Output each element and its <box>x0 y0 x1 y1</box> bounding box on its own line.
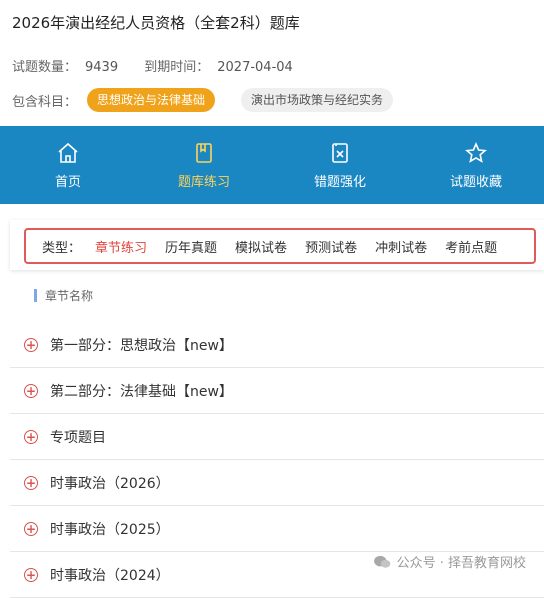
nav-practice[interactable]: 题库练习 <box>136 126 272 204</box>
type-tab-predict[interactable]: 预测试卷 <box>305 237 357 256</box>
chapter-title: 时事政治（2025） <box>50 521 170 538</box>
nav-favorites[interactable]: 试题收藏 <box>408 126 544 204</box>
nav-favorites-label: 试题收藏 <box>449 174 502 190</box>
expand-plus-icon[interactable]: + <box>24 429 38 444</box>
nav-home[interactable]: 首页 <box>0 126 136 204</box>
nav-practice-label: 题库练习 <box>177 174 230 190</box>
type-label: 类型： <box>42 240 82 256</box>
chapter-item[interactable]: + 第一部分：思想政治【new】 <box>10 322 544 368</box>
exam-meta: 试题数量： 9439 到期时间： 2027-04-04 <box>12 56 315 75</box>
subjects-row: 包含科目： 思想政治与法律基础 演出市场政策与经纪实务 <box>12 88 394 112</box>
type-tab-preexam[interactable]: 考前点题 <box>445 237 497 256</box>
section-title: 章节名称 <box>45 289 94 303</box>
expand-plus-icon[interactable]: + <box>24 567 38 582</box>
section-marker <box>34 289 37 302</box>
chapter-title: 专项题目 <box>50 429 106 446</box>
chapter-section-header: 章节名称 <box>34 287 93 304</box>
chapter-item[interactable]: + 时事政治（2025） <box>10 506 544 552</box>
subjects-label: 包含科目： <box>12 94 78 110</box>
wrong-answer-icon <box>332 142 348 163</box>
chapter-title: 时事政治（2026） <box>50 475 170 492</box>
watermark-text: 公众号 · 择吾教育网校 <box>396 556 526 571</box>
wechat-icon <box>373 555 390 568</box>
chapter-item[interactable]: + 第二部分：法律基础【new】 <box>10 368 544 414</box>
expand-plus-icon[interactable]: + <box>24 383 38 398</box>
chapter-item[interactable]: + 专项题目 <box>10 414 544 460</box>
watermark: 公众号 · 择吾教育网校 <box>373 552 526 571</box>
type-tab-chapter[interactable]: 章节练习 <box>95 237 147 256</box>
chapter-title: 时事政治（2024） <box>50 567 170 584</box>
type-tab-past-exams[interactable]: 历年真题 <box>165 237 217 256</box>
question-bank-icon <box>196 142 212 163</box>
type-tab-mock[interactable]: 模拟试卷 <box>235 237 287 256</box>
chapter-title: 第一部分：思想政治【new】 <box>50 337 233 354</box>
main-nav: 首页 题库练习 错题强化 试题收藏 <box>0 126 544 204</box>
chapter-title: 第二部分：法律基础【new】 <box>50 383 233 400</box>
nav-wrong-label: 错题强化 <box>313 174 366 190</box>
expire-value: 2027-04-04 <box>217 60 293 75</box>
type-filter-bar: 类型： 章节练习 历年真题 模拟试卷 预测试卷 冲刺试卷 考前点题 <box>24 228 536 264</box>
question-count-value: 9439 <box>85 60 119 75</box>
expire-label: 到期时间： <box>144 60 210 75</box>
chapter-item[interactable]: + 时事政治（2026） <box>10 460 544 506</box>
expand-plus-icon[interactable]: + <box>24 475 38 490</box>
expand-plus-icon[interactable]: + <box>24 521 38 536</box>
type-tab-sprint[interactable]: 冲刺试卷 <box>375 237 427 256</box>
subject-pill-politics-law[interactable]: 思想政治与法律基础 <box>87 88 216 112</box>
subject-pill-market-policy[interactable]: 演出市场政策与经纪实务 <box>241 88 394 112</box>
nav-wrong-questions[interactable]: 错题强化 <box>272 126 408 204</box>
question-count-label: 试题数量： <box>12 60 78 75</box>
expand-plus-icon[interactable]: + <box>24 337 38 352</box>
star-icon <box>465 141 487 163</box>
nav-home-label: 首页 <box>54 174 81 190</box>
page-title: 2026年演出经纪人员资格（全套2科）题库 <box>12 14 300 32</box>
home-icon <box>58 142 78 163</box>
